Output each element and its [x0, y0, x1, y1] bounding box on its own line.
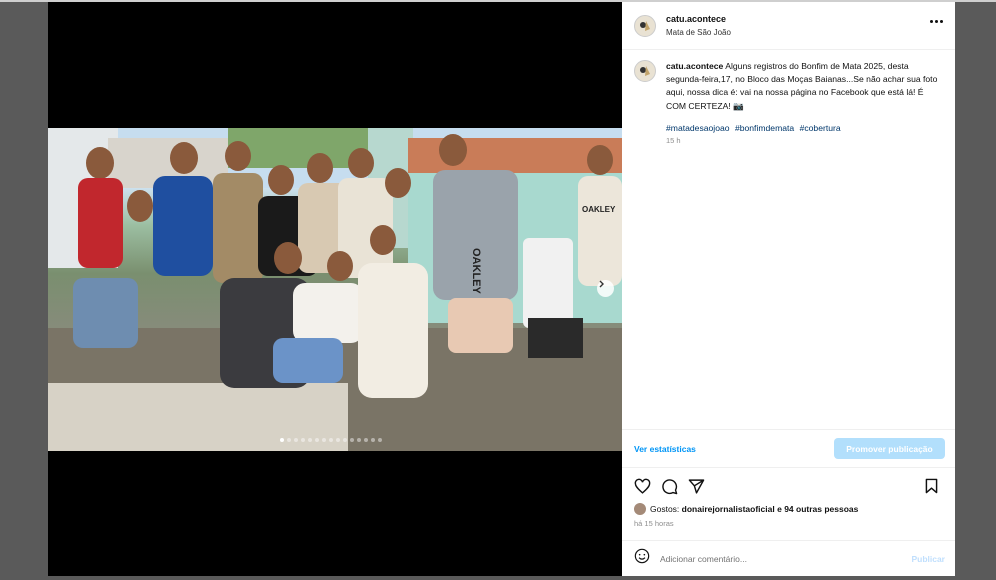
- heart-icon: [634, 478, 651, 494]
- comment-bar: Publicar: [622, 540, 955, 576]
- send-icon: [688, 478, 705, 494]
- caption-timestamp: 15 h: [666, 135, 681, 145]
- carousel-dot: [336, 438, 340, 442]
- liker-avatar[interactable]: [634, 503, 646, 515]
- hashtags: #matadesaojoao #bonfimdemata #cobertura: [666, 123, 942, 133]
- carousel-dot: [301, 438, 305, 442]
- caption-text: catu.acontece Alguns registros do Bonfim…: [666, 60, 942, 113]
- carousel-dot: [357, 438, 361, 442]
- post-photo[interactable]: OAKLEY OAKLEY: [48, 128, 622, 451]
- carousel-dot: [322, 438, 326, 442]
- post-location[interactable]: Mata de São João: [666, 26, 731, 39]
- hashtag-link[interactable]: #cobertura: [800, 123, 841, 133]
- caption-avatar[interactable]: [634, 60, 656, 82]
- carousel-dot: [294, 438, 298, 442]
- avatar-image: [640, 20, 650, 31]
- carousel-dot: [371, 438, 375, 442]
- carousel-dot: [308, 438, 312, 442]
- more-options-icon[interactable]: [930, 20, 943, 23]
- bookmark-icon: [925, 478, 938, 494]
- comment-icon: [662, 478, 678, 494]
- likes-others[interactable]: e 94 outras pessoas: [777, 504, 858, 514]
- share-button[interactable]: [688, 478, 705, 495]
- publish-comment-button[interactable]: Publicar: [911, 554, 945, 564]
- post-sidebar: catu.acontece Mata de São João catu.acon…: [622, 2, 955, 576]
- hashtag-link[interactable]: #matadesaojoao: [666, 123, 730, 133]
- caption-username[interactable]: catu.acontece: [666, 61, 723, 71]
- author-avatar[interactable]: [634, 14, 656, 37]
- save-button[interactable]: [924, 478, 939, 499]
- carousel-dot: [364, 438, 368, 442]
- carousel-indicators: [280, 438, 382, 442]
- insights-bar: Ver estatísticas Promover publicação: [622, 429, 955, 467]
- likes-prefix: Gostos:: [650, 504, 680, 514]
- comment-button[interactable]: [661, 478, 678, 495]
- view-insights-link[interactable]: Ver estatísticas: [634, 444, 696, 454]
- shirt-text-1: OAKLEY: [470, 248, 482, 295]
- chevron-right-icon: [599, 280, 604, 288]
- post-header: catu.acontece Mata de São João: [622, 2, 955, 50]
- next-image-button[interactable]: [597, 280, 614, 297]
- author-username[interactable]: catu.acontece: [666, 13, 731, 26]
- post-media[interactable]: OAKLEY OAKLEY: [48, 2, 622, 576]
- group-photo-illustration: OAKLEY OAKLEY: [48, 128, 622, 451]
- comment-input[interactable]: [660, 553, 912, 564]
- actions-section: Gostos: donairejornalistaoficial e 94 ou…: [622, 467, 955, 540]
- carousel-dot: [280, 438, 284, 442]
- caption-section: catu.acontece Alguns registros do Bonfim…: [622, 50, 955, 429]
- post-time: há 15 horas: [634, 519, 674, 528]
- like-button[interactable]: [634, 478, 651, 495]
- emoji-icon: [634, 548, 650, 564]
- carousel-dot: [350, 438, 354, 442]
- carousel-dot: [378, 438, 382, 442]
- promote-post-button[interactable]: Promover publicação: [834, 438, 945, 459]
- carousel-dot: [287, 438, 291, 442]
- hashtag-link[interactable]: #bonfimdemata: [735, 123, 794, 133]
- liker-username[interactable]: donairejornalistaoficial: [682, 504, 775, 514]
- likes-summary[interactable]: Gostos: donairejornalistaoficial e 94 ou…: [650, 504, 858, 514]
- carousel-dot: [315, 438, 319, 442]
- post-modal: OAKLEY OAKLEY catu.acontece Mata de São …: [48, 2, 955, 576]
- carousel-dot: [329, 438, 333, 442]
- shirt-text-2: OAKLEY: [582, 205, 616, 214]
- carousel-dot: [343, 438, 347, 442]
- emoji-button[interactable]: [634, 548, 650, 569]
- avatar-image: [640, 66, 650, 76]
